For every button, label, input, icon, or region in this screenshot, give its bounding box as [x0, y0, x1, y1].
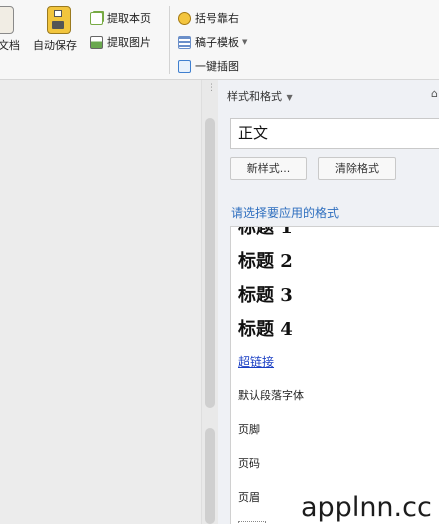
- pane-title-text: 样式和格式: [227, 90, 282, 103]
- bracket-right-button[interactable]: 括号靠右: [178, 9, 239, 27]
- extract-page-icon: [90, 11, 103, 25]
- style-item-heading-4[interactable]: 标题 4: [238, 315, 293, 341]
- new-style-button[interactable]: 新样式...: [230, 157, 307, 180]
- document-label: 文档: [0, 39, 20, 52]
- extract-page-button[interactable]: 提取本页: [90, 9, 151, 27]
- style-list: 标题 1 标题 2 标题 3 标题 4 超链接 默认段落字体 页脚 页码 页眉 …: [230, 226, 439, 524]
- bracket-right-icon: [178, 11, 191, 25]
- draft-template-button[interactable]: 稿子模板 ▼: [178, 33, 247, 51]
- extract-image-label: 提取图片: [107, 36, 151, 49]
- clear-format-button[interactable]: 清除格式: [318, 157, 396, 180]
- chevron-down-icon: ▼: [242, 38, 248, 46]
- style-item-hyperlink[interactable]: 超链接: [238, 353, 274, 370]
- style-item-default-paragraph-font[interactable]: 默认段落字体: [238, 387, 304, 403]
- one-click-image-button[interactable]: 一键插图: [178, 57, 239, 75]
- vertical-scrollbar[interactable]: ⋮: [201, 80, 218, 524]
- watermark-text: applnn.cc: [301, 492, 432, 523]
- splitter-grip-icon[interactable]: ⋮: [207, 84, 216, 97]
- current-style-field[interactable]: 正文: [230, 118, 439, 149]
- style-item-footer[interactable]: 页脚: [238, 421, 260, 437]
- chevron-down-icon: ▼: [284, 93, 293, 102]
- document-canvas[interactable]: [0, 80, 201, 524]
- extract-page-label: 提取本页: [107, 12, 151, 25]
- style-item-heading-2[interactable]: 标题 2: [238, 247, 293, 273]
- ribbon-group-separator: [169, 6, 170, 74]
- pane-title[interactable]: 样式和格式 ▼: [227, 88, 293, 104]
- scrollbar-thumb[interactable]: [205, 118, 215, 408]
- apply-format-label: 请选择要应用的格式: [231, 206, 340, 220]
- pin-icon[interactable]: ⌂: [431, 87, 439, 100]
- extract-image-button[interactable]: 提取图片: [90, 33, 151, 51]
- document-button[interactable]: 文档: [0, 6, 30, 62]
- styles-and-formatting-pane: 样式和格式 ▼ ⌂ 正文 新样式... 清除格式 请选择要应用的格式 标题 1 …: [218, 80, 439, 524]
- document-icon: [0, 6, 14, 34]
- autosave-label: 自动保存: [33, 39, 77, 52]
- ribbon-toolbar: 文档 自动保存 提取本页 提取图片 括号靠右 稿子模板 ▼ 一键插图: [0, 0, 439, 80]
- one-click-image-label: 一键插图: [195, 60, 239, 73]
- style-item-heading-3[interactable]: 标题 3: [238, 281, 293, 307]
- bracket-right-label: 括号靠右: [195, 12, 239, 25]
- style-item-heading-1[interactable]: 标题 1: [238, 227, 293, 239]
- style-item-header[interactable]: 页眉: [238, 489, 260, 505]
- chart-image-icon: [178, 59, 191, 73]
- autosave-button[interactable]: 自动保存: [31, 6, 83, 62]
- image-icon: [90, 35, 103, 49]
- style-item-page-number[interactable]: 页码: [238, 455, 260, 471]
- scrollbar-thumb-lower[interactable]: [205, 428, 215, 524]
- draft-template-label: 稿子模板: [195, 36, 239, 49]
- autosave-icon: [47, 6, 71, 34]
- template-icon: [178, 35, 191, 49]
